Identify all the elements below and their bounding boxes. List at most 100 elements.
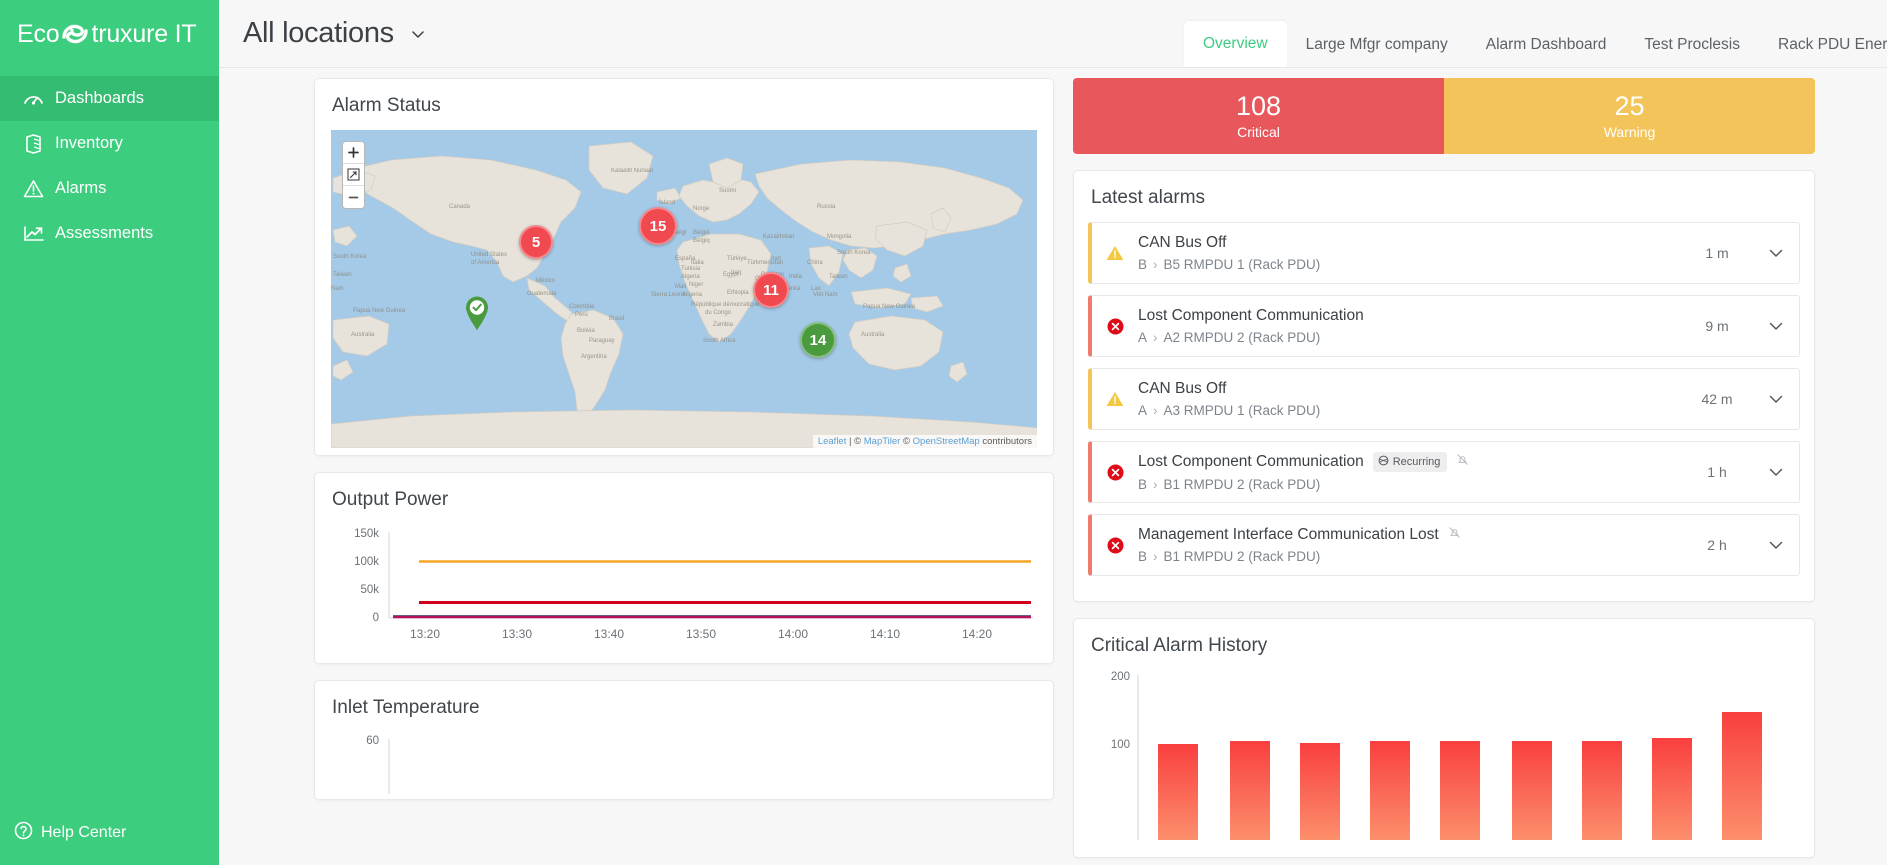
map-cluster-marker[interactable]: 14 (800, 322, 836, 358)
chevron-down-icon[interactable] (1753, 541, 1799, 550)
alarm-device: B1 RMPDU 2 (Rack PDU) (1164, 477, 1321, 492)
path-separator: › (1153, 330, 1158, 345)
map-zoom-in-button[interactable] (343, 142, 364, 164)
inlet-temperature-card: Inlet Temperature 60 (314, 680, 1054, 800)
chevron-down-icon[interactable] (1753, 468, 1799, 477)
alarm-device: A2 RMPDU 2 (Rack PDU) (1164, 330, 1321, 345)
tab-label: Alarm Dashboard (1486, 36, 1607, 54)
alarm-device: A3 RMPDU 1 (Rack PDU) (1164, 403, 1321, 418)
maptiler-link[interactable]: MapTiler (864, 436, 901, 447)
output-power-chart[interactable]: 150k 100k 50k 0 (333, 528, 1035, 656)
warning-triangle-icon (1092, 245, 1138, 261)
ytick-150k: 150k (354, 528, 379, 540)
svg-text:of America: of America (471, 260, 500, 266)
tab-alarm-dashboard[interactable]: Alarm Dashboard (1467, 23, 1626, 67)
ytick-0: 0 (373, 612, 379, 624)
alarm-location: A (1138, 330, 1147, 345)
latest-alarms-card: Latest alarms CAN Bus Off B›B5 RMPDU 1 (… (1073, 170, 1815, 602)
svg-text:India: India (789, 274, 803, 280)
svg-text:Tunisia: Tunisia (681, 266, 701, 272)
ytick-100: 100 (1111, 739, 1130, 751)
map-location-pin-ok[interactable] (464, 295, 490, 331)
map-reset-view-button[interactable] (343, 164, 364, 186)
alarm-time: 1 m (1681, 245, 1753, 261)
tab-large-mfgr-company[interactable]: Large Mfgr company (1287, 23, 1467, 67)
tab-overview[interactable]: Overview (1184, 21, 1287, 67)
alarm-path: A›A3 RMPDU 1 (Rack PDU) (1138, 403, 1681, 418)
alarm-row[interactable]: CAN Bus Off A›A3 RMPDU 1 (Rack PDU) 42 m (1088, 368, 1800, 430)
leaflet-link[interactable]: Leaflet (818, 436, 847, 447)
ytick-60: 60 (366, 735, 379, 747)
bar (1582, 741, 1622, 840)
svg-text:China: China (807, 260, 823, 266)
alarm-name: Lost Component Communication (1138, 453, 1364, 471)
cluster-count: 11 (763, 282, 779, 299)
warning-triangle-icon (1092, 391, 1138, 407)
chevron-down-icon[interactable] (1753, 395, 1799, 404)
world-map[interactable]: Kalaallit Nunaat Canada United States of… (331, 130, 1037, 448)
xtick: 13:50 (686, 627, 716, 641)
sidebar-item-dashboards[interactable]: Dashboards (0, 76, 219, 121)
critical-alarm-history-card: Critical Alarm History 200 100 (1073, 618, 1815, 858)
svg-text:South Africa: South Africa (703, 338, 736, 344)
tab-rack-pdu-energy-usage[interactable]: Rack PDU Energy Us… (1759, 23, 1887, 67)
openstreetmap-link[interactable]: OpenStreetMap (913, 436, 980, 447)
brand-logo[interactable]: Eco truxure IT (0, 0, 219, 68)
stat-warning[interactable]: 25 Warning (1444, 78, 1815, 154)
alarm-body: CAN Bus Off B›B5 RMPDU 1 (Rack PDU) (1138, 225, 1681, 281)
svg-text:Papua New Guinea: Papua New Guinea (863, 304, 916, 310)
help-center-button[interactable]: Help Center (0, 813, 219, 853)
map-cluster-marker[interactable]: 15 (639, 207, 677, 245)
map-cluster-marker[interactable]: 5 (519, 225, 553, 259)
alarm-status-card: Alarm Status (314, 78, 1054, 456)
alarm-location: B (1138, 257, 1147, 272)
critical-alarm-history-chart[interactable]: 200 100 (1092, 670, 1796, 840)
map-cluster-marker[interactable]: 11 (753, 272, 789, 308)
topbar: All locations Overview Large Mfgr compan… (219, 0, 1887, 68)
sidebar-item-assessments[interactable]: Assessments (0, 211, 219, 256)
status-badge: Recurring (1373, 452, 1448, 472)
svg-text:Colombia: Colombia (569, 304, 595, 310)
sidebar-item-label: Inventory (55, 134, 123, 153)
svg-text:Taiwan: Taiwan (333, 272, 352, 278)
svg-text:Argentina: Argentina (581, 354, 607, 360)
svg-text:Ísland: Ísland (659, 199, 675, 206)
alarm-row[interactable]: Management Interface Communication Lost … (1088, 514, 1800, 576)
alarm-time: 9 m (1681, 318, 1753, 334)
bar (1158, 744, 1198, 840)
chevron-down-icon[interactable] (1753, 249, 1799, 258)
svg-text:Nigeria: Nigeria (683, 292, 703, 298)
svg-text:Bolivia: Bolivia (577, 328, 595, 334)
svg-text:Belgiq: Belgiq (693, 238, 710, 244)
svg-text:Kalaallit Nunaat: Kalaallit Nunaat (611, 168, 653, 174)
alarm-device: B5 RMPDU 1 (Rack PDU) (1164, 257, 1321, 272)
stat-value: 108 (1236, 92, 1281, 120)
cluster-count: 14 (810, 332, 827, 349)
alarm-path: A › A2 RMPDU 2 (Rack PDU) (1138, 330, 1681, 345)
chevron-down-icon[interactable] (1753, 322, 1799, 331)
alarm-location: B (1138, 549, 1147, 564)
path-separator: › (1153, 477, 1158, 492)
stat-critical[interactable]: 108 Critical (1073, 78, 1444, 154)
svg-text:Norge: Norge (693, 206, 710, 212)
location-selector[interactable]: All locations (219, 17, 426, 50)
path-separator: › (1153, 403, 1158, 418)
stat-label: Warning (1604, 124, 1656, 140)
alarm-row[interactable]: Lost Component Communication Recurring (1088, 441, 1800, 503)
alarm-name: Management Interface Communication Lost (1138, 526, 1439, 544)
alarm-location: B (1138, 477, 1147, 492)
alarm-device: B1 RMPDU 2 (Rack PDU) (1164, 549, 1321, 564)
svg-text:Guatemala: Guatemala (527, 291, 557, 297)
map-zoom-out-button[interactable] (343, 186, 364, 208)
svg-text:Paraguay: Paraguay (589, 338, 615, 344)
sidebar-item-alarms[interactable]: Alarms (0, 166, 219, 211)
alarm-row[interactable]: CAN Bus Off B›B5 RMPDU 1 (Rack PDU) 1 m (1088, 222, 1800, 284)
sidebar-item-inventory[interactable]: Inventory (0, 121, 219, 166)
tab-test-proclesis[interactable]: Test Proclesis (1625, 23, 1759, 67)
recurring-icon (1378, 455, 1389, 469)
alarm-row[interactable]: Lost Component Communication A›A2 RMPDU … (1088, 295, 1800, 357)
attrib-sep: © (900, 436, 912, 447)
brand-text-after: truxure IT (91, 20, 196, 49)
bar (1230, 741, 1270, 840)
inlet-temperature-chart[interactable]: 60 (333, 734, 1035, 794)
